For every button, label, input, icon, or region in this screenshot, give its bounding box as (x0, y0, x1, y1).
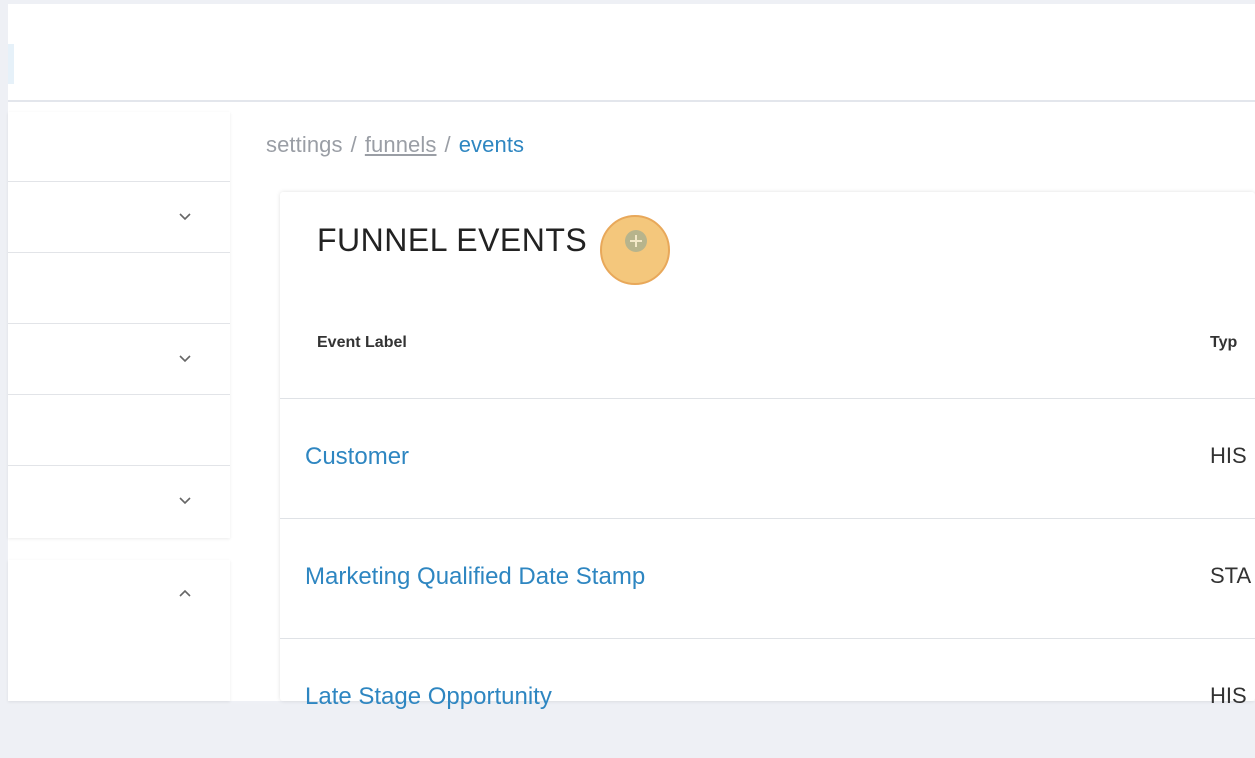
breadcrumb: settings / funnels / events (266, 132, 524, 158)
event-type: STA (1210, 563, 1252, 588)
event-type: HIS (1210, 683, 1247, 708)
breadcrumb-events: events (458, 132, 525, 157)
chevron-up-icon[interactable] (178, 586, 192, 600)
plus-circle-icon[interactable] (625, 230, 647, 252)
top-header (8, 4, 1255, 102)
table-row: Customer HIS (280, 398, 1255, 518)
event-type: HIS (1210, 443, 1247, 468)
sidebar-item[interactable] (8, 560, 230, 630)
breadcrumb-separator: / (350, 132, 357, 157)
page-title: FUNNEL EVENTS (317, 222, 588, 258)
sidebar-item[interactable] (8, 396, 230, 466)
sidebar-item[interactable] (8, 254, 230, 324)
breadcrumb-settings[interactable]: settings (266, 132, 343, 157)
sidebar-panel (8, 560, 230, 701)
column-header-type[interactable]: Typ (1210, 334, 1237, 352)
event-label-link[interactable]: Marketing Qualified Date Stamp (305, 563, 645, 591)
breadcrumb-funnels[interactable]: funnels (365, 132, 437, 157)
table-row: Marketing Qualified Date Stamp STA (280, 518, 1255, 638)
sidebar-panel (8, 112, 230, 538)
funnel-events-card: FUNNEL EVENTS Event Label Typ Customer H… (280, 192, 1255, 710)
chevron-down-icon[interactable] (178, 494, 192, 508)
add-event-button[interactable] (600, 215, 670, 285)
logo-fragment (8, 44, 14, 84)
sidebar-item[interactable] (8, 325, 230, 395)
column-header-event-label[interactable]: Event Label (317, 334, 407, 352)
chevron-down-icon[interactable] (178, 352, 192, 366)
chevron-down-icon[interactable] (178, 210, 192, 224)
breadcrumb-separator: / (444, 132, 451, 157)
table-row: Late Stage Opportunity HIS (280, 638, 1255, 758)
sidebar-item[interactable] (8, 183, 230, 253)
sidebar-item[interactable] (8, 112, 230, 182)
event-label-link[interactable]: Late Stage Opportunity (305, 683, 552, 711)
event-label-link[interactable]: Customer (305, 443, 409, 471)
sidebar-item[interactable] (8, 467, 230, 537)
